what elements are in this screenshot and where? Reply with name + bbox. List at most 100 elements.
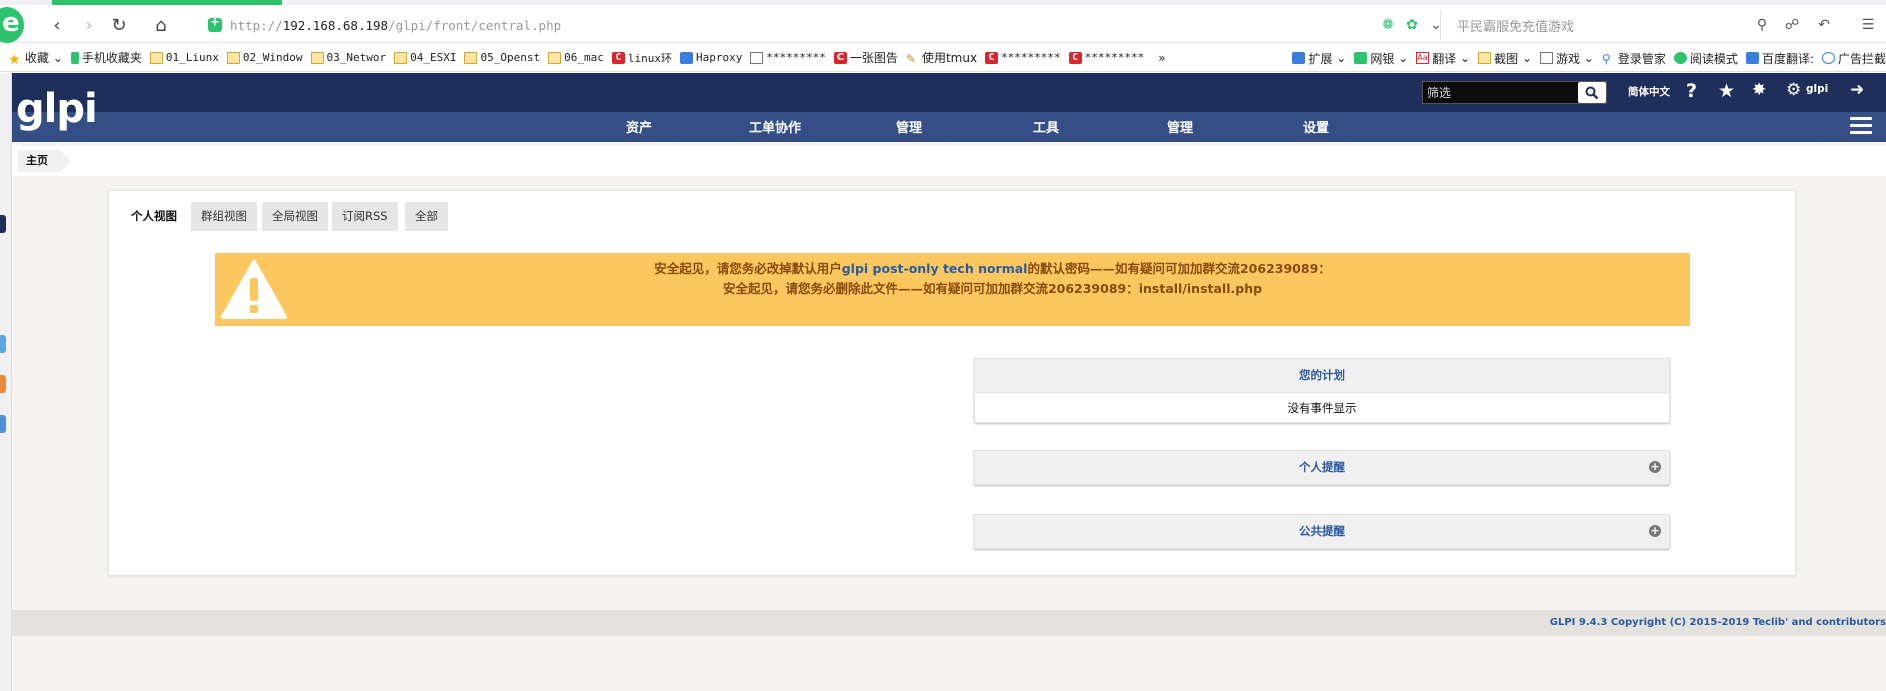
url-path: /glpi/front/central.php	[388, 17, 562, 33]
sidebar-app-icon[interactable]	[0, 215, 6, 233]
bookmark-item[interactable]: C *********	[1068, 48, 1144, 68]
url-host: 192.168.68.198	[282, 17, 389, 33]
menu-assistance[interactable]: 工单协作	[749, 117, 801, 136]
toolbar-reading-mode[interactable]: 阅读模式	[1673, 48, 1738, 68]
toolbar-login-manager[interactable]: ⚲ 登录管家	[1602, 48, 1666, 68]
phone-icon	[70, 51, 79, 64]
menu-administration[interactable]: 管理	[1167, 117, 1193, 136]
tab-personal-view[interactable]: 个人视图	[121, 202, 187, 231]
tab-group-view[interactable]: 群组视图	[191, 202, 257, 231]
search-button[interactable]	[1578, 82, 1606, 103]
menu-assets[interactable]: 资产	[626, 117, 652, 136]
undo-icon[interactable]: ↶	[1812, 13, 1836, 37]
toolbar-translate[interactable]: Aa 翻译 ⌄	[1416, 48, 1470, 68]
folder-icon	[394, 51, 408, 64]
glpi-logo[interactable]: glpi	[16, 82, 98, 133]
bookmark-item[interactable]: C 一张图告	[833, 48, 898, 68]
glpi-main-menu	[12, 112, 1886, 142]
folder-icon	[548, 51, 562, 64]
personal-reminders-title[interactable]: 个人提醒	[1299, 460, 1345, 474]
menu-icon[interactable]: ☰	[1856, 13, 1880, 37]
current-user[interactable]: glpi	[1806, 83, 1828, 95]
sidebar-app-icon[interactable]	[0, 415, 6, 433]
bookmark-item[interactable]: 手机收藏夹	[70, 48, 142, 68]
preferences-gear-icon[interactable]: ⚙	[1786, 80, 1801, 100]
star-icon: ★	[8, 51, 21, 68]
personal-reminders-widget: 个人提醒 +	[974, 450, 1670, 485]
menu-tools[interactable]: 工具	[1033, 117, 1059, 136]
bookmarks-more[interactable]: »	[1158, 48, 1165, 68]
browser-chrome: ‹ › ↻ ⌂ http://192.168.68.198/glpi/front…	[0, 0, 1886, 73]
breadcrumb-home[interactable]: 主页	[18, 150, 71, 172]
headphone-icon[interactable]: ☍	[1780, 13, 1804, 37]
add-reminder-icon[interactable]: +	[1649, 461, 1661, 473]
shield-icon	[1354, 52, 1368, 64]
bookmark-folder[interactable]: 06_mac	[548, 48, 604, 68]
browser-toolbar-right: 扩展 ⌄ 网银 ⌄ Aa 翻译 ⌄ 截图 ⌄ 游戏 ⌄ ⚲ 登录管家 阅读模式 百度…	[1278, 44, 1886, 71]
page-footer: GLPI 9.4.3 Copyright (C) 2015-2019 Tecli…	[12, 610, 1886, 636]
secure-shield-icon	[208, 15, 222, 32]
planning-title[interactable]: 您的计划	[975, 359, 1669, 392]
warning-line-install-file: 安全起见，请您务必删除此文件——如有疑问可加加群交流206239089：inst…	[722, 281, 1263, 296]
search-engine-box[interactable]: 平民霸服免充值游戏	[1440, 10, 1750, 40]
add-public-reminder-icon[interactable]: +	[1649, 525, 1661, 537]
reading-icon	[1673, 52, 1687, 64]
toolbar-banking[interactable]: 网银 ⌄	[1354, 48, 1408, 68]
copyright-link[interactable]: GLPI 9.4.3 Copyright (C) 2015-2019 Tecli…	[1550, 617, 1886, 628]
toolbar-adblock[interactable]: 广告拦截	[1821, 48, 1886, 68]
debug-bug-icon[interactable]: ✸	[1752, 80, 1766, 100]
haproxy-icon	[679, 51, 693, 64]
toolbar-screenshot[interactable]: 截图 ⌄	[1478, 48, 1532, 68]
warning-icon	[221, 260, 287, 319]
page-load-track	[0, 0, 1886, 5]
default-users-link[interactable]: glpi post-only tech normal	[842, 261, 1028, 276]
speed-icon[interactable]: ❁	[1376, 13, 1400, 37]
scissors-icon	[1478, 52, 1492, 64]
personal-reminders-header[interactable]: 个人提醒 +	[975, 451, 1669, 484]
bookmark-folder[interactable]: 03_Networ	[310, 48, 386, 68]
tab-global-view[interactable]: 全局视图	[262, 202, 328, 231]
bookmark-folder[interactable]: 02_Window	[226, 48, 303, 68]
toolbar-games[interactable]: 游戏 ⌄	[1540, 48, 1594, 68]
folder-icon	[310, 51, 324, 64]
bookmark-item[interactable]: C *********	[985, 48, 1061, 68]
bookmark-item[interactable]: Haproxy	[679, 48, 742, 68]
favorites-star-icon[interactable]: ★	[1718, 80, 1735, 102]
planning-widget: 您的计划 没有事件显示	[974, 358, 1670, 423]
bookmark-favorites[interactable]: ★ 收藏 ⌄	[8, 48, 63, 68]
tab-rss[interactable]: 订阅RSS	[332, 202, 398, 231]
toolbar-extensions[interactable]: 扩展 ⌄	[1292, 48, 1346, 68]
logout-icon[interactable]: ➜	[1850, 80, 1864, 100]
csdn-icon: C	[833, 51, 847, 64]
reload-icon[interactable]: ↻	[108, 14, 130, 36]
bookmark-folder[interactable]: 05_Openst	[464, 48, 540, 68]
menu-management[interactable]: 管理	[896, 117, 922, 136]
public-reminders-header[interactable]: 公共提醒 +	[975, 515, 1669, 548]
home-icon[interactable]: ⌂	[150, 14, 172, 36]
bookmark-item[interactable]: *********	[750, 48, 826, 68]
leaf-icon[interactable]: ✿	[1400, 13, 1424, 37]
sidebar-app-icon[interactable]	[0, 335, 6, 353]
browser-logo-icon[interactable]	[0, 7, 24, 43]
hamburger-menu-icon[interactable]	[1850, 117, 1872, 137]
bookmark-item[interactable]: ✎ 使用tmux	[906, 48, 977, 68]
gamepad-icon	[1540, 52, 1554, 64]
page-load-progress	[52, 0, 282, 5]
public-reminders-title[interactable]: 公共提醒	[1299, 524, 1345, 538]
bookmark-folder[interactable]: 04_ESXI	[394, 48, 456, 68]
browser-nav-row: ‹ › ↻ ⌂ http://192.168.68.198/glpi/front…	[0, 7, 1886, 43]
bookmark-item[interactable]: Clinux环	[611, 48, 672, 68]
menu-setup[interactable]: 设置	[1303, 117, 1329, 136]
back-icon[interactable]: ‹	[46, 14, 68, 36]
search-icon[interactable]: ⚲	[1750, 13, 1774, 37]
bookmark-folder[interactable]: 01_Liunx	[149, 48, 219, 68]
document-icon	[750, 51, 764, 64]
address-bar[interactable]: http://192.168.68.198/glpi/front/central…	[200, 10, 1370, 40]
tab-all[interactable]: 全部	[405, 202, 448, 231]
sidebar-app-icon[interactable]	[0, 375, 6, 393]
language-switch[interactable]: 简体中文	[1628, 84, 1670, 99]
csdn-icon: C	[611, 51, 625, 64]
toolbar-baidu-translate[interactable]: 百度翻译:	[1745, 48, 1814, 68]
help-icon[interactable]: ?	[1686, 80, 1697, 102]
forward-icon[interactable]: ›	[78, 14, 100, 36]
